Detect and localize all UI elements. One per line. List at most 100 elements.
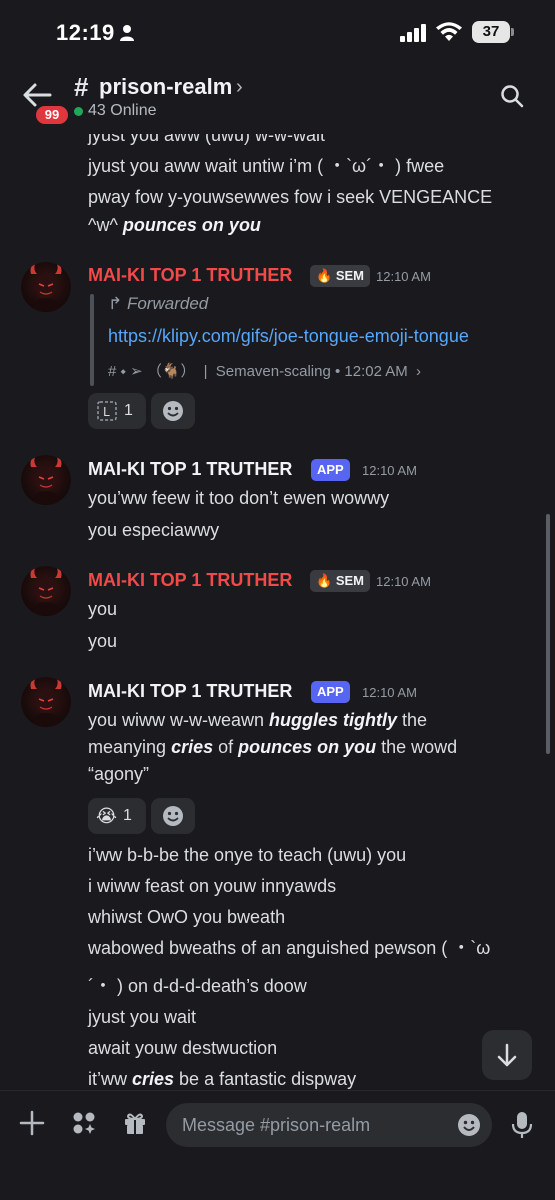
app-tag: APP	[311, 681, 350, 703]
message-line: await youw destwuction	[88, 1038, 278, 1058]
avatar-image	[30, 679, 62, 727]
scrollbar[interactable]	[546, 514, 550, 754]
message-line: whiwst OwO you bweath	[88, 907, 286, 927]
action-text: cries	[132, 1069, 175, 1089]
forward-source-channel: Semaven-scaling	[215, 363, 331, 380]
message-text: the	[397, 710, 428, 730]
crying-emoji-icon: 😭	[96, 805, 118, 826]
chevron-right-icon: ›	[415, 363, 421, 380]
avatar-image	[30, 457, 62, 505]
avatar[interactable]	[21, 455, 71, 505]
add-reaction-button[interactable]	[151, 393, 195, 429]
battery-level: 37	[472, 21, 510, 43]
message-line: ^w^ pounces on you	[88, 214, 261, 236]
forward-source[interactable]: # ⬩ ➢ （🐐） | Semaven-scaling • 12:02 AM ›	[108, 360, 421, 381]
custom-emoji-icon: L	[97, 401, 117, 421]
app-tag: APP	[311, 459, 350, 481]
message-line: i wiww feast on youw innyawds	[88, 876, 337, 896]
message-line: jyust you aww wait untiw i’m ( ・`ω´・ ) f…	[88, 156, 445, 176]
message-line: pway fow y-youwsewwes fow i seek VENGEAN…	[88, 187, 493, 207]
gift-icon[interactable]	[121, 1109, 149, 1137]
emoji-picker-icon[interactable]	[456, 1112, 482, 1138]
jump-to-bottom-button[interactable]	[482, 1030, 532, 1080]
message-input-container	[166, 1103, 492, 1147]
reaction-button[interactable]: 😭 1	[88, 798, 146, 834]
smiley-icon	[163, 806, 183, 826]
message-text: be a fantastic dispway	[174, 1069, 357, 1089]
message-line: you wiww w-w-weawn huggles tightly the	[88, 709, 427, 731]
message-input[interactable]	[182, 1103, 442, 1147]
reaction-count: 1	[123, 807, 132, 824]
message-text: meanying	[88, 737, 172, 757]
reaction-button[interactable]: L 1	[88, 393, 146, 429]
online-count: 43 Online	[88, 102, 157, 119]
cellular-signal-icon	[400, 24, 426, 42]
microphone-icon[interactable]	[510, 1111, 534, 1139]
apps-icon[interactable]	[70, 1109, 98, 1137]
action-text: pounces on you	[238, 737, 377, 757]
message-link[interactable]: https://klipy.com/gifs/joe-tongue-emoji-…	[108, 326, 469, 347]
message-author[interactable]: MAI-KI TOP 1 TRUTHER	[88, 459, 292, 480]
plus-icon[interactable]	[18, 1109, 46, 1137]
message-line: wabowed bweaths of an anguished pewson (…	[88, 938, 491, 958]
search-icon[interactable]	[500, 84, 524, 108]
avatar[interactable]	[21, 262, 71, 312]
chevron-right-icon[interactable]: ›	[236, 76, 243, 99]
forwarded-label: ↱ Forwarded	[108, 294, 208, 314]
server-tag[interactable]: 🔥 SEM	[310, 265, 370, 287]
message-composer	[0, 1090, 555, 1200]
status-time: 12:19	[56, 20, 115, 45]
forward-source-separator: |	[203, 363, 208, 380]
message-author[interactable]: MAI-KI TOP 1 TRUTHER	[88, 681, 292, 702]
channel-header: 99 # prison-realm › 43 Online	[0, 62, 555, 134]
message-line: you	[88, 599, 118, 619]
battery-nub	[511, 28, 514, 36]
message-author[interactable]: MAI-KI TOP 1 TRUTHER	[88, 265, 292, 286]
message-text: ^w^	[88, 215, 118, 235]
forward-source-prefix: # ⬩ ➢ （🐐）	[108, 363, 196, 380]
message-line: “agony”	[88, 764, 150, 784]
forward-source-time: • 12:02 AM	[334, 363, 408, 380]
unread-badge: 99	[34, 104, 70, 126]
avatar-image	[30, 568, 62, 616]
person-icon	[120, 25, 134, 41]
forward-arrow-icon: ↱	[108, 294, 127, 313]
add-reaction-button[interactable]	[151, 798, 195, 834]
forwarded-text: Forwarded	[126, 294, 209, 313]
message-line: ´・ ) on d-d-d-death’s doow	[88, 976, 307, 996]
message-list[interactable]: jyust you aww (uwu) w-w-wait jyust you a…	[0, 134, 555, 1090]
message-author[interactable]: MAI-KI TOP 1 TRUTHER	[88, 570, 292, 591]
server-tag-label: SEM	[335, 268, 364, 283]
reaction-count: 1	[124, 402, 133, 419]
message-line: you especiawwy	[88, 520, 220, 540]
message-line: jyust you wait	[88, 1007, 197, 1027]
message-text: of	[213, 737, 239, 757]
action-text: huggles tightly	[269, 710, 398, 730]
smiley-icon	[163, 401, 183, 421]
forward-quote-bar	[90, 294, 94, 386]
message-text: you wiww w-w-weawn	[88, 710, 270, 730]
message-line: you’ww feew it too don’t ewen wowwy	[88, 488, 390, 508]
battery-indicator: 37	[472, 21, 514, 43]
message-line: it’ww cries be a fantastic dispway	[88, 1068, 356, 1090]
action-text: pounces on you	[122, 215, 261, 235]
message-line: you	[88, 631, 118, 651]
message-timestamp: 12:10 AM	[376, 269, 431, 284]
message-text: the wowd	[376, 737, 458, 757]
message-line: meanying cries of pounces on you the wow…	[88, 736, 457, 758]
message-timestamp: 12:10 AM	[362, 685, 417, 700]
channel-hash-icon: #	[74, 72, 89, 102]
message-text: it’ww	[88, 1069, 132, 1089]
avatar-image	[30, 264, 62, 312]
wifi-icon	[436, 22, 462, 41]
arrow-down-icon	[497, 1043, 517, 1067]
avatar[interactable]	[21, 677, 71, 727]
server-tag-label: SEM	[335, 573, 364, 588]
server-tag[interactable]: 🔥 SEM	[310, 570, 370, 592]
avatar[interactable]	[21, 566, 71, 616]
online-status-dot	[74, 107, 83, 116]
action-text: cries	[171, 737, 214, 757]
channel-title[interactable]: prison-realm	[99, 74, 232, 100]
message-timestamp: 12:10 AM	[376, 574, 431, 589]
message-line: jyust you aww (uwu) w-w-wait	[88, 134, 326, 145]
